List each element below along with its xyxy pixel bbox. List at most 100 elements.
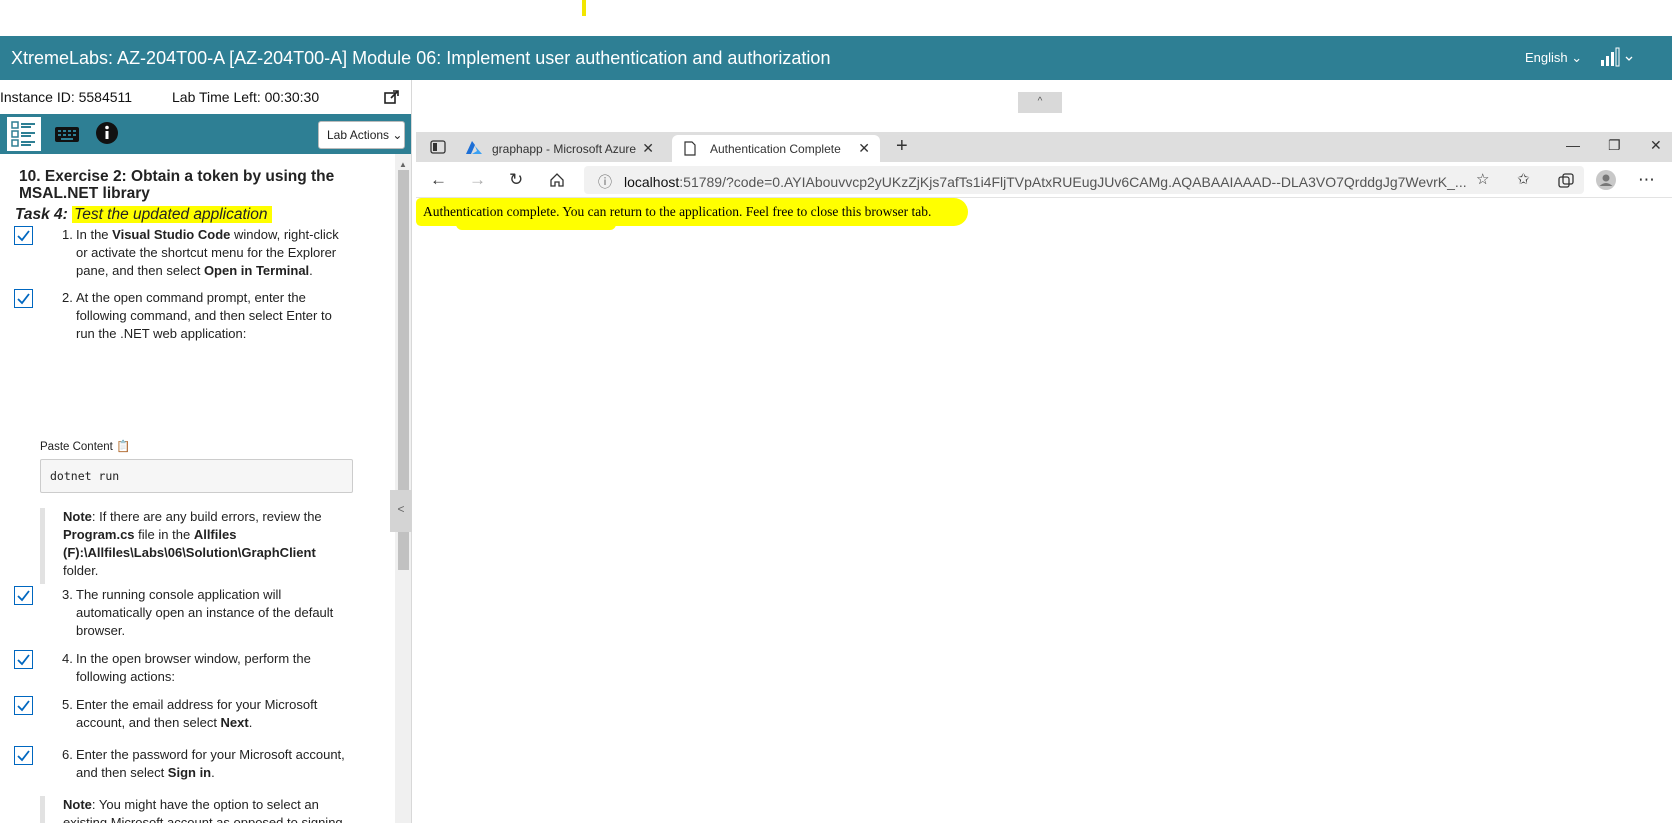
page-body: Authentication complete. You can return … bbox=[416, 198, 1672, 823]
auth-complete-message: Authentication complete. You can return … bbox=[423, 204, 932, 219]
remote-desktop-area: ^ graphapp - Microsoft Azure ✕ Authentic… bbox=[416, 80, 1672, 823]
close-tab-icon[interactable]: ✕ bbox=[858, 140, 870, 157]
expand-toolbar-button[interactable]: ^ bbox=[1018, 92, 1062, 113]
more-icon[interactable]: ⋯ bbox=[1638, 170, 1655, 190]
back-icon[interactable]: ← bbox=[430, 170, 447, 190]
note-build-errors: Note: If there are any build errors, rev… bbox=[40, 508, 350, 584]
lab-actions-label: Lab Actions bbox=[327, 128, 390, 142]
paste-content-label: Paste Content bbox=[40, 441, 113, 453]
close-window-button[interactable]: ✕ bbox=[1650, 137, 1662, 154]
keyboard-icon bbox=[55, 127, 79, 142]
favorites-icon[interactable]: ✩ bbox=[1517, 170, 1530, 188]
check-icon bbox=[17, 230, 30, 242]
step-text: . bbox=[309, 263, 313, 278]
instructions-content: 10. Exercise 2: Obtain a token by using … bbox=[0, 154, 394, 823]
lab-toolbar: Lab Actions ⌄ bbox=[0, 114, 411, 154]
step-text: . bbox=[211, 765, 215, 780]
tab-info[interactable] bbox=[93, 117, 121, 151]
tab-authentication-complete[interactable]: Authentication Complete ✕ bbox=[672, 135, 880, 162]
signal-icon[interactable] bbox=[1601, 46, 1635, 68]
step-5-checkbox[interactable] bbox=[14, 696, 33, 715]
tab-instructions[interactable] bbox=[7, 117, 41, 151]
task-title: Test the updated application bbox=[72, 206, 273, 223]
step-6: 6. Enter the password for your Microsoft… bbox=[62, 746, 352, 782]
site-info-icon[interactable]: ⓘ bbox=[598, 172, 612, 192]
step-4-checkbox[interactable] bbox=[14, 650, 33, 669]
collapse-panel-button[interactable]: < bbox=[390, 490, 412, 532]
url-rest: :51789/?code=0.AYIAbouvvcp2yUKzZjKjs7afT… bbox=[679, 174, 1467, 190]
forward-icon[interactable]: → bbox=[469, 170, 486, 190]
language-label: English bbox=[1525, 50, 1568, 65]
task-heading: Task 4: Test the updated application bbox=[15, 206, 273, 224]
new-tab-button[interactable]: + bbox=[896, 135, 908, 158]
step-5: 5. Enter the email address for your Micr… bbox=[62, 696, 352, 732]
tab-actions-icon[interactable] bbox=[430, 140, 446, 154]
restore-button[interactable]: ❐ bbox=[1608, 137, 1621, 154]
url-host: localhost bbox=[624, 174, 680, 190]
language-selector[interactable]: English ⌄ bbox=[1525, 50, 1582, 66]
note-existing-account: Note: You might have the option to selec… bbox=[40, 796, 350, 823]
favorite-add-icon[interactable]: ☆ bbox=[1476, 170, 1489, 188]
home-icon[interactable] bbox=[549, 172, 565, 188]
lab-title: XtremeLabs: AZ-204T00-A [AZ-204T00-A] Mo… bbox=[11, 48, 831, 68]
popout-icon[interactable] bbox=[384, 89, 400, 105]
step-text: In the open browser window, perform the … bbox=[76, 651, 311, 684]
step-3-checkbox[interactable] bbox=[14, 586, 33, 605]
lab-actions-button[interactable]: Lab Actions ⌄ bbox=[318, 121, 405, 149]
step-text: Enter the email address for your Microso… bbox=[76, 697, 318, 730]
tab-keyboard[interactable] bbox=[52, 117, 82, 151]
step-text: At the open command prompt, enter the fo… bbox=[76, 290, 332, 341]
profile-icon[interactable] bbox=[1596, 170, 1616, 190]
tab-label: graphapp - Microsoft Azure bbox=[492, 142, 637, 156]
note-text: : If there are any build errors, review … bbox=[91, 509, 322, 524]
step-number: 5. bbox=[62, 697, 73, 712]
step-bold: Visual Studio Code bbox=[112, 227, 231, 242]
note-label: Note bbox=[63, 509, 92, 524]
step-number: 3. bbox=[62, 587, 73, 602]
check-icon bbox=[17, 700, 30, 712]
lab-instructions-panel: Instance ID: 5584511 Lab Time Left: 00:3… bbox=[0, 80, 412, 823]
refresh-icon[interactable]: ↻ bbox=[509, 170, 523, 190]
step-number: 1. bbox=[62, 227, 73, 242]
collections-icon[interactable] bbox=[1558, 173, 1574, 189]
step-4: 4. In the open browser window, perform t… bbox=[62, 650, 352, 686]
step-bold: Sign in bbox=[167, 765, 212, 780]
edge-browser-window: graphapp - Microsoft Azure ✕ Authenticat… bbox=[416, 132, 1672, 823]
note-text: : You might have the option to select an… bbox=[63, 797, 343, 823]
azure-icon bbox=[466, 141, 482, 154]
minimize-button[interactable]: — bbox=[1566, 137, 1580, 153]
task-prefix: Task 4: bbox=[15, 206, 68, 223]
step-number: 6. bbox=[62, 747, 73, 762]
step-bold: Next bbox=[220, 715, 249, 730]
check-icon bbox=[17, 654, 30, 666]
paste-content-button[interactable]: Paste Content 📋 bbox=[40, 439, 130, 453]
step-1-checkbox[interactable] bbox=[14, 226, 33, 245]
url-input[interactable]: ⓘ localhost:51789/?code=0.AYIAbouvvcp2yUK… bbox=[584, 166, 1584, 194]
step-text: . bbox=[248, 715, 253, 730]
lab-header: XtremeLabs: AZ-204T00-A [AZ-204T00-A] Mo… bbox=[0, 36, 1672, 80]
step-text: The running console application will aut… bbox=[76, 587, 334, 638]
code-block[interactable]: dotnet run bbox=[40, 459, 353, 493]
scroll-up-icon[interactable]: ▲ bbox=[399, 160, 407, 169]
cursor-marker bbox=[582, 0, 586, 16]
page-icon bbox=[684, 141, 696, 156]
clipboard-icon: 📋 bbox=[116, 441, 131, 453]
note-label: Note bbox=[63, 797, 92, 812]
step-2-checkbox[interactable] bbox=[14, 289, 33, 308]
address-bar: ← → ↻ ⓘ localhost:51789/?code=0.AYIAbouvv… bbox=[416, 162, 1672, 198]
check-icon bbox=[17, 293, 30, 305]
instructions-scrollbar[interactable]: ▲ bbox=[395, 154, 411, 823]
tab-graphapp[interactable]: graphapp - Microsoft Azure ✕ bbox=[454, 135, 664, 162]
step-number: 4. bbox=[62, 651, 73, 666]
close-tab-icon[interactable]: ✕ bbox=[642, 140, 654, 157]
check-icon bbox=[17, 590, 30, 602]
top-margin bbox=[0, 0, 1672, 36]
step-text: In the bbox=[76, 227, 113, 242]
step-bold: Open in Terminal bbox=[203, 263, 310, 278]
step-2: 2. At the open command prompt, enter the… bbox=[62, 289, 352, 343]
step-6-checkbox[interactable] bbox=[14, 746, 33, 765]
exercise-title: 10. Exercise 2: Obtain a token by using … bbox=[19, 168, 335, 202]
check-icon bbox=[17, 750, 30, 762]
lab-info-bar: Instance ID: 5584511 Lab Time Left: 00:3… bbox=[0, 80, 411, 114]
step-1: 1. In the Visual Studio Code window, rig… bbox=[62, 226, 352, 280]
